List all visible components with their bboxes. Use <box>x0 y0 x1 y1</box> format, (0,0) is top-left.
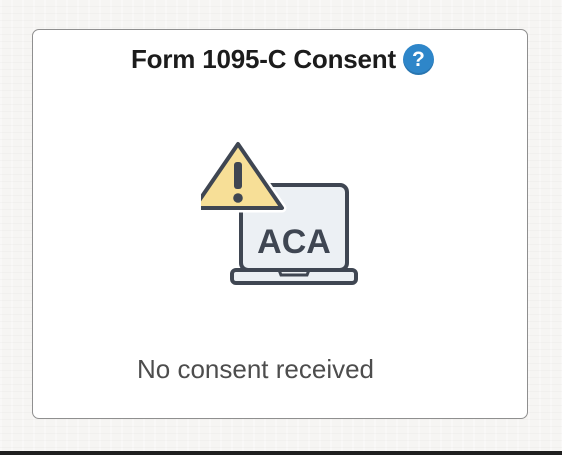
consent-card: Form 1095-C Consent ? ACA No consent rec… <box>32 29 528 419</box>
card-header: Form 1095-C Consent ? <box>131 44 434 75</box>
consent-status-text: No consent received <box>137 354 375 384</box>
question-mark-glyph: ? <box>412 47 425 71</box>
laptop-label: ACA <box>257 223 331 261</box>
bottom-divider <box>0 451 562 455</box>
help-icon[interactable]: ? <box>402 44 434 75</box>
warning-triangle-icon <box>201 139 287 213</box>
aca-warning-illustration: ACA <box>201 139 358 285</box>
card-title: Form 1095-C Consent <box>131 44 396 74</box>
